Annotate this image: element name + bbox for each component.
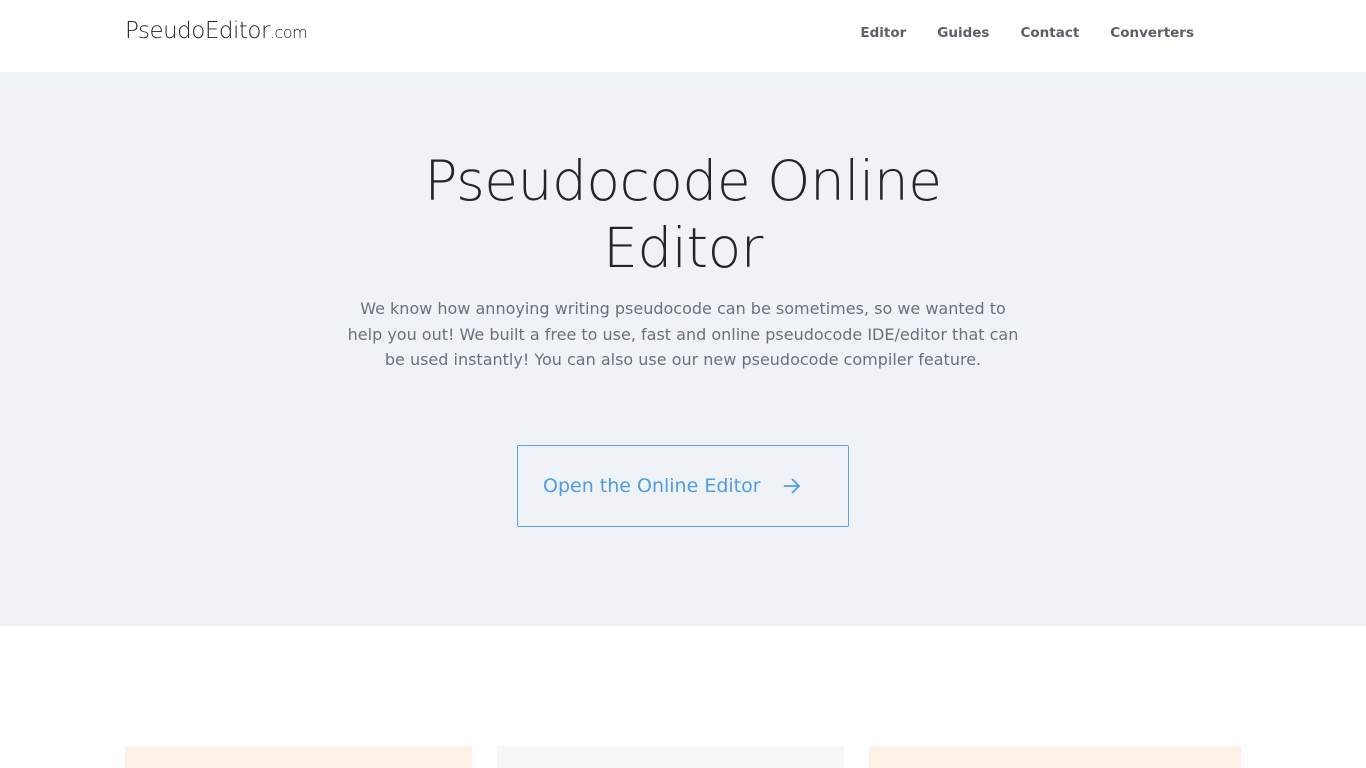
open-editor-button[interactable]: Open the Online Editor [517, 445, 849, 527]
main-nav: Editor Guides Contact Converters [860, 25, 1194, 41]
feature-card [497, 746, 844, 768]
nav-link-contact[interactable]: Contact [1020, 25, 1079, 41]
open-editor-button-label: Open the Online Editor [543, 475, 761, 497]
site-logo[interactable]: PseudoEditor.com [125, 18, 308, 44]
navbar: PseudoEditor.com Editor Guides Contact C… [0, 0, 1366, 72]
brand-tld: .com [269, 23, 308, 42]
nav-link-converters[interactable]: Converters [1110, 25, 1194, 41]
hero-title: Pseudocode Online Editor [424, 149, 942, 280]
feature-card [125, 746, 472, 768]
nav-link-guides[interactable]: Guides [937, 25, 989, 41]
feature-cards [0, 746, 1366, 768]
hero-section: Pseudocode Online Editor We know how ann… [0, 72, 1366, 626]
nav-link-editor[interactable]: Editor [860, 25, 906, 41]
brand-name: PseudoEditor [125, 18, 270, 44]
feature-card [869, 746, 1241, 768]
hero-description: We know how annoying writing pseudocode … [347, 299, 1019, 369]
arrow-right-icon [783, 478, 801, 494]
